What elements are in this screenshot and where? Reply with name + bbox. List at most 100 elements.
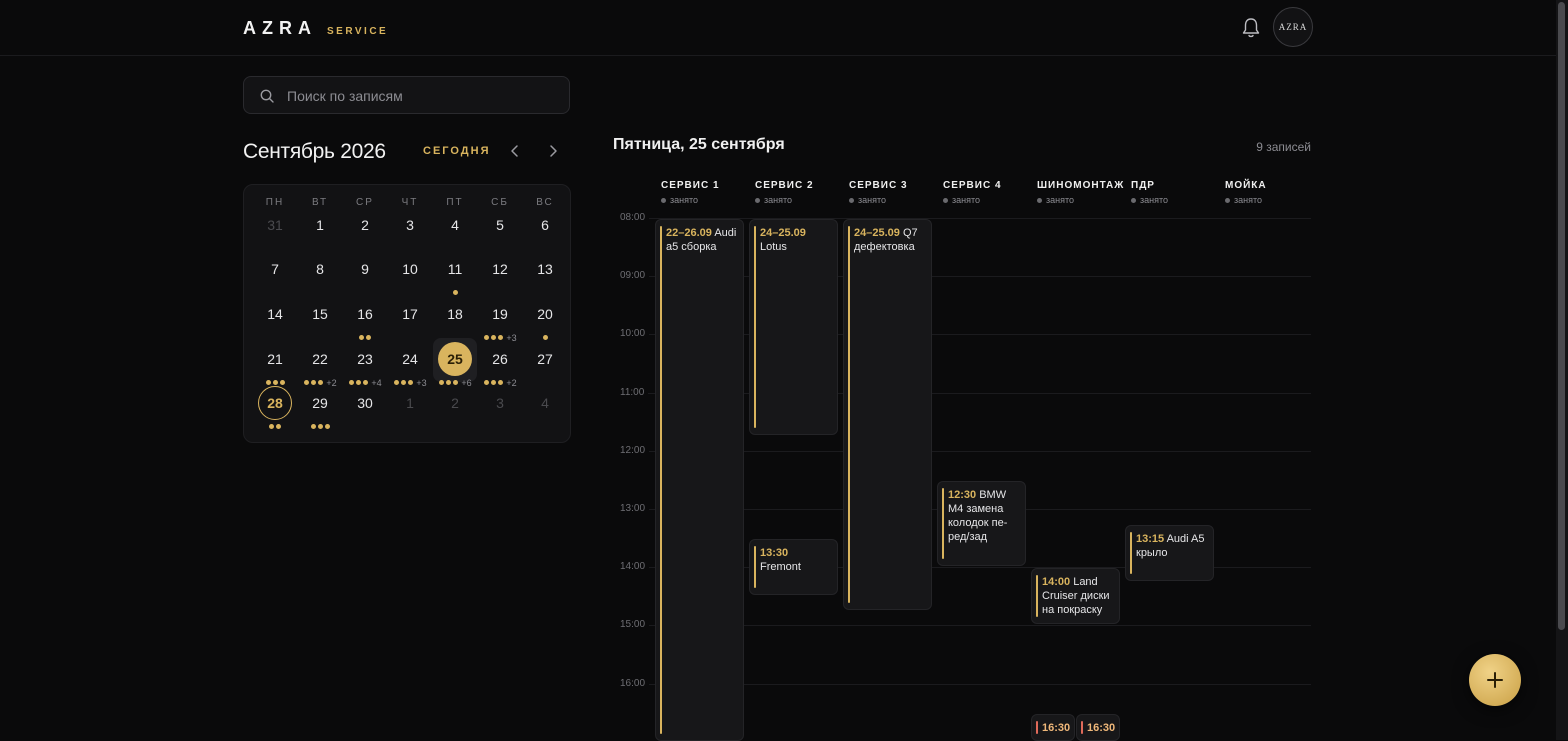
event-dot [272, 380, 278, 386]
add-record-button[interactable] [1469, 654, 1521, 706]
calendar-day[interactable]: 1 [393, 386, 427, 420]
event-dot [484, 380, 490, 386]
appointment-card[interactable]: 13:15 Audi A5 крыло [1125, 524, 1214, 581]
resource-name: СЕРВИС 3 [849, 180, 908, 191]
appointment-card[interactable]: 12:30 BMW M4 замена колодок пе-ред/зад [937, 480, 1026, 567]
day-events-indicator [433, 287, 477, 297]
appointment-card[interactable]: 13:30 Fremont [749, 539, 838, 596]
more-events-count: +3 [416, 377, 427, 388]
appointment-card[interactable]: 14:00 Land Cruiser диски на покраску [1031, 568, 1120, 625]
search-icon [260, 89, 274, 103]
calendar-day[interactable]: 18 [438, 297, 472, 331]
search-input[interactable] [285, 77, 559, 115]
search-box[interactable] [243, 76, 570, 115]
calendar-day[interactable]: 29 [303, 386, 337, 420]
calendar-day[interactable]: 17 [393, 297, 427, 331]
event-dot [439, 380, 445, 386]
resource-status: занято [1225, 195, 1315, 205]
resource-column-header: СЕРВИС 2 занято [755, 180, 845, 205]
resource-name: ПДР [1131, 180, 1155, 191]
appointment-title: Lotus [760, 241, 787, 253]
calendar-day[interactable]: 27 [528, 342, 562, 376]
calendar-day[interactable]: 23 [348, 342, 382, 376]
appointment-title: Fremont [760, 561, 801, 574]
hour-label: 14:00 [620, 561, 650, 573]
today-button[interactable]: СЕГОДНЯ [423, 145, 490, 157]
event-dot [491, 380, 497, 386]
selected-day-title: Пятница, 25 сентября [613, 136, 785, 153]
appointment-time: 13:30 [760, 547, 789, 560]
plus-icon [1487, 672, 1503, 688]
weekday-header: ЧТ [401, 197, 419, 208]
hour-label: 15:00 [620, 619, 650, 631]
appointment-time: 16:30 [1087, 721, 1116, 734]
calendar-day[interactable]: 26 [483, 342, 517, 376]
event-dot [349, 380, 355, 386]
calendar-day[interactable]: 13 [528, 252, 562, 286]
calendar-day-today[interactable]: 28 [258, 386, 292, 420]
resource-status: занято [1131, 195, 1221, 205]
event-dot [498, 380, 504, 386]
appointment-card[interactable]: 24–25.09 Lotus [749, 219, 838, 436]
calendar-day[interactable]: 10 [393, 252, 427, 286]
appointment-card[interactable]: 16:30 [1031, 713, 1075, 741]
next-month-chevron-right-icon[interactable] [545, 143, 561, 159]
resource-name: СЕРВИС 4 [943, 180, 1002, 191]
resource-status: занято [943, 195, 1033, 205]
appointment-card[interactable]: 22–26.09 Audi a5 сборка [655, 219, 744, 741]
brand-logo[interactable]: AZRA SERVICE [243, 18, 388, 39]
calendar-day[interactable]: 20 [528, 297, 562, 331]
month-calendar: ПН ВТ СР ЧТ ПТ СБ ВС 31 1 2 3 4 5 6 7 8 9 10 11 12 13 14 15 16 1… [243, 184, 571, 443]
appointment-time: 12:30 [948, 488, 977, 501]
calendar-day[interactable]: 31 [258, 208, 292, 242]
appointment-card[interactable]: 16:30 [1076, 713, 1120, 741]
calendar-day[interactable]: 4 [438, 208, 472, 242]
event-dot [311, 380, 317, 386]
calendar-day[interactable]: 30 [348, 386, 382, 420]
event-dot [317, 424, 323, 430]
calendar-day[interactable]: 19 [483, 297, 517, 331]
calendar-day[interactable]: 15 [303, 297, 337, 331]
day-events-indicator [298, 421, 342, 431]
day-events-indicator [253, 421, 297, 431]
calendar-day[interactable]: 3 [483, 386, 517, 420]
appointment-card[interactable]: 24–25.09 Q7 дефектовка [843, 219, 932, 610]
event-dot [453, 380, 459, 386]
event-dot [276, 424, 281, 430]
top-bar: AZRA SERVICE AZRA [0, 0, 1556, 56]
hour-label: 11:00 [620, 386, 649, 398]
resource-status: занято [849, 195, 939, 205]
calendar-day[interactable]: 2 [348, 208, 382, 242]
calendar-day-selected[interactable]: 25 [438, 342, 472, 376]
calendar-day[interactable]: 12 [483, 252, 517, 286]
calendar-day[interactable]: 21 [258, 342, 292, 376]
calendar-day[interactable]: 3 [393, 208, 427, 242]
notifications-bell-icon[interactable] [1241, 17, 1261, 39]
event-dot [452, 290, 458, 296]
more-events-count: +4 [371, 377, 382, 388]
resource-column-header: СЕРВИС 1 занято [661, 180, 751, 205]
calendar-day[interactable]: 2 [438, 386, 472, 420]
calendar-day[interactable]: 1 [303, 208, 337, 242]
event-dot [446, 380, 452, 386]
calendar-day[interactable]: 14 [258, 297, 292, 331]
calendar-day[interactable]: 8 [303, 252, 337, 286]
calendar-day[interactable]: 7 [258, 252, 292, 286]
calendar-day[interactable]: 22 [303, 342, 337, 376]
event-dot [310, 424, 316, 430]
calendar-day[interactable]: 5 [483, 208, 517, 242]
calendar-day[interactable]: 9 [348, 252, 382, 286]
event-dot [279, 380, 285, 386]
scrollbar-thumb[interactable] [1558, 2, 1565, 630]
calendar-day[interactable]: 16 [348, 297, 382, 331]
appointment-time: 14:00 [1042, 576, 1071, 589]
event-dot [363, 380, 369, 386]
calendar-day[interactable]: 11 [438, 252, 472, 286]
calendar-day[interactable]: 4 [528, 386, 562, 420]
calendar-day[interactable]: 6 [528, 208, 562, 242]
prev-month-chevron-left-icon[interactable] [507, 143, 523, 159]
calendar-day[interactable]: 24 [393, 342, 427, 376]
brand-subtitle: SERVICE [327, 26, 389, 37]
hour-label: 08:00 [620, 212, 650, 223]
user-avatar[interactable]: AZRA [1273, 7, 1313, 47]
